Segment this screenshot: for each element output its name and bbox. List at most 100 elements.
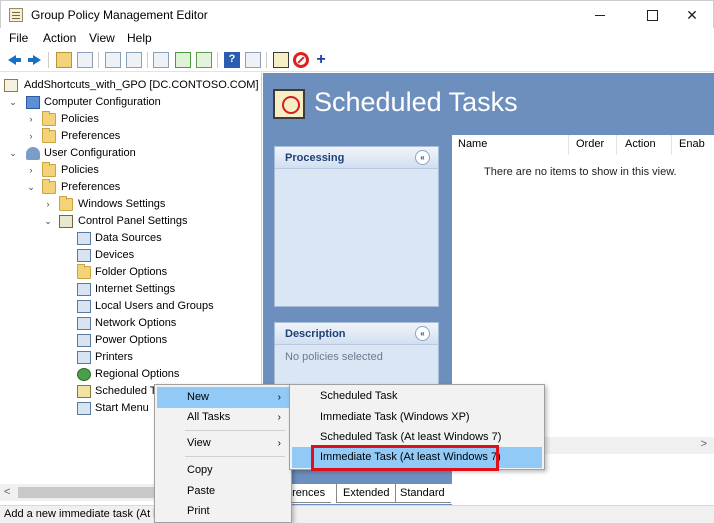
context-menu-new[interactable]: New › [157,387,289,408]
new-item-icon[interactable] [273,52,289,68]
column-header-action[interactable]: Action [625,138,656,150]
submenu-arrow-icon: › [277,438,281,449]
scroll-left-arrow-icon[interactable]: < [4,486,10,498]
status-bar: Add a new immediate task (At l [0,505,714,523]
folder-options-icon [77,264,91,279]
context-menu-all-tasks[interactable]: All Tasks › [157,407,289,428]
menu-action[interactable]: Action [43,31,76,45]
collapse-icon[interactable]: « [415,326,430,341]
tree-item-label: Internet Settings [95,283,176,295]
tree-item-label: Folder Options [95,266,168,278]
minimize-button[interactable] [577,1,623,29]
tree-item-label: Power Options [95,334,168,346]
menu-item-label: View [187,437,211,449]
tree-item-label: Printers [95,351,133,363]
gpo-icon [4,79,18,92]
app-icon [9,8,23,22]
globe-icon [77,368,91,381]
menu-item-label: All Tasks [187,411,231,423]
view-tabs: erences Extended Standard [263,484,714,504]
menu-separator [185,456,285,457]
context-menu-view[interactable]: View › [157,433,289,454]
menu-separator [185,430,285,431]
column-separator[interactable] [671,135,672,155]
print-icon[interactable] [153,52,169,68]
menu-item-label: New [187,391,210,403]
collapse-icon[interactable]: « [415,150,430,165]
printer-icon [77,351,91,364]
column-header-name[interactable]: Name [458,138,487,150]
tree-item-label: Network Options [95,317,177,329]
title-bar: Group Policy Management Editor ✕ [0,0,714,28]
scheduled-tasks-icon [77,385,91,398]
processing-header[interactable]: Processing « [275,147,438,169]
toolbar: ? + [0,48,714,72]
column-header-enabled[interactable]: Enab [679,138,705,150]
tab-standard[interactable]: Standard [394,484,451,503]
description-text: No policies selected [285,351,383,363]
back-arrow-icon[interactable] [7,52,23,68]
up-folder-icon[interactable] [56,52,72,68]
collapse-icon[interactable]: › [43,196,53,213]
column-separator[interactable] [616,135,617,155]
refresh-icon[interactable] [175,52,191,68]
tree-root-label: AddShortcuts_with_GPO [DC.CONTOSO.COM] P [24,79,262,91]
submenu-immediate-task-xp[interactable]: Immediate Task (Windows XP) [292,407,542,428]
menu-bar: File Action View Help [0,28,714,48]
internet-settings-icon [77,283,91,296]
power-icon [77,334,91,347]
expand-icon[interactable]: ⌄ [26,179,36,196]
tree-item-label: Scheduled Ta [95,385,162,397]
tree-item-label: Policies [61,113,99,125]
help-icon[interactable]: ? [224,52,240,68]
tree-item-label: Devices [95,249,135,261]
user-icon [26,147,40,160]
submenu-scheduled-task[interactable]: Scheduled Task [292,386,542,407]
copy-icon[interactable] [105,52,121,68]
processing-label: Processing [285,152,345,164]
forward-arrow-icon[interactable] [26,52,42,68]
folder-icon [42,179,56,194]
tree-item-label: Local Users and Groups [95,300,214,312]
scroll-right-arrow-icon[interactable]: > [701,438,707,450]
users-icon [77,300,91,313]
collapse-icon[interactable]: › [26,128,36,145]
control-panel-icon [59,215,73,228]
description-header[interactable]: Description « [275,323,438,345]
collapse-icon[interactable]: › [26,162,36,179]
context-menu: New › All Tasks › View › Copy Paste Prin… [154,384,292,523]
context-menu-copy[interactable]: Copy [157,460,289,481]
folder-icon [42,128,56,143]
menu-file[interactable]: File [9,31,28,45]
menu-help[interactable]: Help [127,31,152,45]
tree-item-label: Policies [61,164,99,176]
add-icon[interactable]: + [313,52,329,68]
column-header-order[interactable]: Order [576,138,604,150]
submenu-arrow-icon: › [277,392,281,403]
expand-icon[interactable]: ⌄ [8,145,18,162]
properties-icon[interactable] [245,52,261,68]
toolbar-separator [48,52,49,68]
tree-item-label: Preferences [61,181,121,193]
context-menu-paste[interactable]: Paste [157,481,289,502]
folder-icon [42,111,56,126]
tree-item-label: Computer Configuration [44,96,161,108]
tree-item-label: Preferences [61,130,121,142]
page-title: Scheduled Tasks [314,87,518,117]
scroll-thumb[interactable] [18,487,168,498]
scheduled-tasks-icon [273,89,305,119]
column-separator[interactable] [568,135,569,155]
disable-icon[interactable] [293,52,309,68]
tree-item-label: Data Sources [95,232,162,244]
paste-icon[interactable] [126,52,142,68]
show-hide-tree-icon[interactable] [77,52,93,68]
export-list-icon[interactable] [196,52,212,68]
close-button[interactable]: ✕ [669,1,714,29]
context-menu-print[interactable]: Print [157,501,289,522]
menu-view[interactable]: View [89,31,115,45]
collapse-icon[interactable]: › [26,111,36,128]
expand-icon[interactable]: ⌄ [8,94,18,111]
tab-extended[interactable]: Extended [336,484,397,503]
expand-icon[interactable]: ⌄ [43,213,53,230]
toolbar-separator [147,52,148,68]
